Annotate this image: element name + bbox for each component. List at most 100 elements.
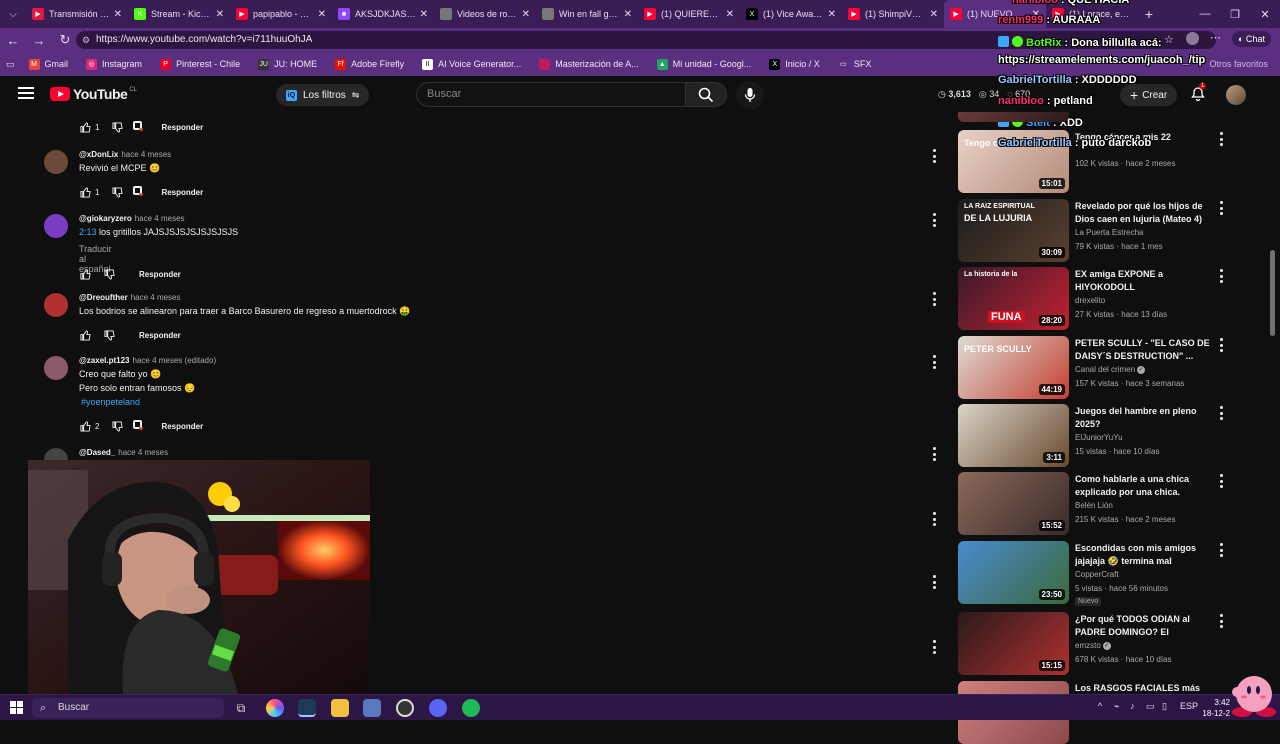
dislike-icon[interactable]: [111, 121, 123, 133]
close-tab-icon[interactable]: ✕: [522, 9, 530, 20]
close-tab-icon[interactable]: ✕: [828, 9, 836, 20]
spotify-icon[interactable]: [462, 699, 480, 717]
reload-icon[interactable]: ↻: [52, 28, 78, 52]
video-title[interactable]: ¿Por qué TODOS ODIAN al PADRE DOMINGO? E…: [1075, 613, 1213, 639]
more-menu-icon[interactable]: ⋯: [1210, 31, 1221, 44]
browser-tab[interactable]: ▶ Transmisión en vivo ✕: [26, 0, 128, 28]
obs-icon[interactable]: [396, 699, 414, 717]
comment-author[interactable]: @Dased_: [79, 448, 115, 457]
video-more-icon[interactable]: [1217, 543, 1225, 557]
bookmark-star-icon[interactable]: ☆: [1164, 33, 1174, 46]
volume-icon[interactable]: ♪: [1130, 701, 1135, 711]
comment-time[interactable]: hace 4 meses: [135, 214, 185, 223]
channel-name[interactable]: drexelito: [1075, 296, 1105, 305]
video-more-icon[interactable]: [1217, 201, 1225, 215]
taskbar-search[interactable]: ⌕ Buscar: [32, 698, 224, 718]
video-title[interactable]: Escondidas con mis amigos jajajaja 🤣 ter…: [1075, 542, 1213, 568]
copilot-icon[interactable]: [266, 699, 284, 717]
search-input[interactable]: Buscar: [416, 82, 686, 107]
battery-icon[interactable]: ▯: [1162, 701, 1167, 712]
reply-button[interactable]: Responder: [161, 123, 203, 132]
video-thumbnail[interactable]: [958, 112, 1069, 122]
comment-more-icon[interactable]: [930, 213, 938, 227]
bookmark-item[interactable]: ▭ SFX: [837, 58, 871, 70]
recommended-video[interactable]: LA RAIZ ESPIRITUAL DE LA LUJURIA 30:09 Reve…: [958, 199, 1228, 263]
bookmark-item[interactable]: X Inicio / X: [769, 58, 820, 70]
comment-time[interactable]: hace 4 meses (editado): [133, 356, 217, 365]
channel-name[interactable]: Canal del crimen ✓: [1075, 365, 1146, 374]
bookmark-item[interactable]: JU JU: HOME: [258, 58, 317, 70]
recommended-video[interactable]: 15:52 Como hablarle a una chica explicado…: [958, 472, 1228, 536]
bookmark-item[interactable]: Ff Adobe Firefly: [335, 58, 404, 70]
comment-hashtag-link[interactable]: #yoenpeteland: [81, 397, 140, 407]
video-thumbnail[interactable]: 23:50: [958, 541, 1069, 604]
comment-more-icon[interactable]: [930, 575, 938, 589]
browser-tab[interactable]: X (1) Vice Awards 2... ✕: [740, 0, 842, 28]
new-tab-button[interactable]: +: [1138, 6, 1160, 22]
close-tab-icon[interactable]: ✕: [624, 9, 632, 20]
comment-author[interactable]: @Dreoufther: [79, 293, 128, 302]
edge-browser-icon[interactable]: [298, 699, 316, 717]
video-thumbnail[interactable]: 15:52: [958, 472, 1069, 535]
dislike-icon[interactable]: [111, 420, 123, 432]
dislike-icon[interactable]: [103, 329, 115, 341]
video-thumbnail[interactable]: La historia de la FUNA 28:20: [958, 267, 1069, 330]
browser-tab[interactable]: ▶ (1) QUIERES ENTR... ✕: [638, 0, 740, 28]
video-title[interactable]: EX amiga EXPONE a HIYOKODOLL: [1075, 268, 1213, 294]
dislike-icon[interactable]: [111, 186, 123, 198]
reply-button[interactable]: Responder: [161, 422, 203, 431]
channel-name[interactable]: emzsto ✓: [1075, 641, 1111, 650]
comment-more-icon[interactable]: [930, 149, 938, 163]
recommended-video[interactable]: La historia de la FUNA 28:20 EX amiga EXPON…: [958, 267, 1228, 331]
language-indicator[interactable]: ESP: [1180, 701, 1198, 711]
video-more-icon[interactable]: [1217, 338, 1225, 352]
recommended-video[interactable]: PETER SCULLY 44:19 PETER SCULLY - "EL CASO…: [958, 336, 1228, 400]
user-avatar[interactable]: [1226, 85, 1246, 105]
comment-more-icon[interactable]: [930, 292, 938, 306]
close-tab-icon[interactable]: ✕: [420, 9, 428, 20]
network-icon[interactable]: ⌁: [1114, 701, 1119, 712]
reply-button[interactable]: Responder: [139, 331, 181, 340]
video-more-icon[interactable]: [1217, 269, 1225, 283]
bookmark-item[interactable]: ▲ Mi unidad - Googl...: [656, 58, 751, 70]
video-thumbnail[interactable]: LA RAIZ ESPIRITUAL DE LA LUJURIA 30:09: [958, 199, 1069, 262]
other-bookmarks[interactable]: Otros favoritos: [1209, 52, 1268, 76]
profile-avatar[interactable]: [1186, 32, 1199, 45]
commenter-avatar[interactable]: [44, 214, 68, 238]
task-view-icon[interactable]: ⧉: [232, 699, 250, 717]
close-tab-icon[interactable]: ✕: [726, 9, 734, 20]
channel-name[interactable]: ElJuniorYuYu: [1075, 433, 1123, 442]
comment-time[interactable]: hace 4 meses: [118, 448, 168, 457]
video-more-icon[interactable]: [1217, 132, 1225, 146]
browser-tab[interactable]: ■ AKSJDKJASKJD M... ✕: [332, 0, 434, 28]
channel-name[interactable]: La Puerta Estrecha: [1075, 228, 1143, 237]
back-icon[interactable]: ←: [0, 28, 26, 52]
recommended-video[interactable]: Los RASGOS FACIALES más: [958, 681, 1228, 744]
comment-time[interactable]: hace 4 meses: [121, 150, 171, 159]
close-tab-icon[interactable]: ✕: [930, 9, 938, 20]
commenter-avatar[interactable]: [44, 356, 68, 380]
close-tab-icon[interactable]: ✕: [114, 9, 122, 20]
notifications-button[interactable]: 1: [1190, 83, 1207, 102]
bookmark-item[interactable]: II AI Voice Generator...: [422, 58, 521, 70]
video-title[interactable]: Como hablarle a una chica explicado por …: [1075, 473, 1213, 499]
search-button[interactable]: [685, 82, 727, 107]
commenter-avatar[interactable]: [44, 293, 68, 317]
recommended-video[interactable]: 15:15 ¿Por qué TODOS ODIAN al PADRE DOMIN…: [958, 612, 1228, 676]
tab-search-chevron-icon[interactable]: ⌵: [0, 0, 26, 28]
bookmark-item[interactable]: ◎ Instagram: [86, 58, 142, 70]
maximize-icon[interactable]: ❐: [1220, 0, 1250, 28]
comment-more-icon[interactable]: [930, 640, 938, 654]
video-more-icon[interactable]: [1217, 474, 1225, 488]
bookmark-item[interactable]: P Pinterest - Chile: [160, 58, 240, 70]
video-title[interactable]: Juegos del hambre en pleno 2025?: [1075, 405, 1213, 431]
minimize-icon[interactable]: —: [1190, 0, 1220, 28]
site-info-icon[interactable]: ⚙: [82, 31, 90, 49]
close-tab-icon[interactable]: ✕: [216, 9, 224, 20]
browser-tab[interactable]: Win en fall guys ✕: [536, 0, 638, 28]
video-thumbnail[interactable]: 3:11: [958, 404, 1069, 467]
browser-tab[interactable]: ▶ (1) ShimpiVT - Yo... ✕: [842, 0, 944, 28]
video-title[interactable]: Revelado por qué los hijos de Dios caen …: [1075, 200, 1213, 226]
comment-more-icon[interactable]: [930, 355, 938, 369]
video-thumbnail[interactable]: 15:15: [958, 612, 1069, 675]
